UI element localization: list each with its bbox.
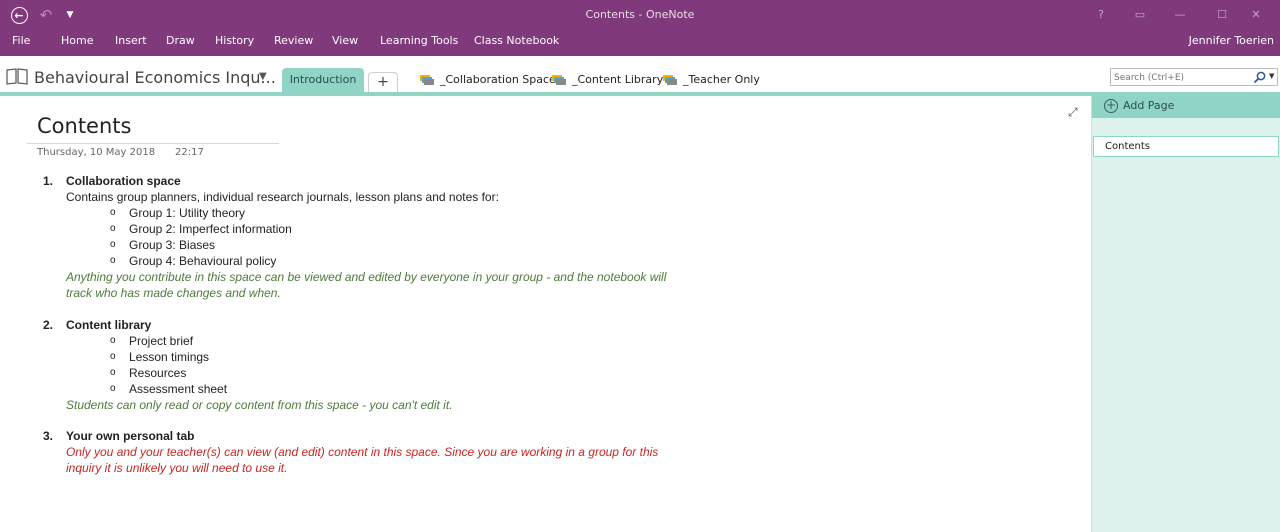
bullet-glyph: o: [110, 383, 116, 394]
ribbon-display-icon: ▭: [1134, 7, 1146, 21]
tab-review[interactable]: Review: [274, 34, 313, 47]
tab-draw[interactable]: Draw: [166, 34, 195, 47]
ribbon-display-options-button[interactable]: ▭: [1126, 4, 1154, 24]
tab-file[interactable]: File: [12, 34, 30, 47]
tab-view[interactable]: View: [332, 34, 358, 47]
title-bar: ← ↶ ▼ Contents - OneNote ? ▭ — ☐ ✕: [0, 0, 1280, 30]
list-item[interactable]: Group 4: Behavioural policy: [129, 254, 276, 268]
list-number: 3.: [43, 429, 54, 443]
page-list-item-contents[interactable]: Contents: [1093, 136, 1279, 157]
list-item[interactable]: Project brief: [129, 334, 193, 348]
expand-icon[interactable]: ⤢: [1068, 105, 1078, 120]
add-page-button[interactable]: + Add Page: [1092, 96, 1280, 118]
maximize-button[interactable]: ☐: [1208, 4, 1236, 24]
title-divider: [27, 143, 279, 144]
section-note[interactable]: Students can only read or copy content f…: [66, 398, 453, 412]
notebook-bar: Behavioural Economics Inqu... ▼ Introduc…: [0, 56, 1280, 96]
search-input[interactable]: [1114, 71, 1249, 84]
section-group-collaboration-space[interactable]: _Collaboration Space: [420, 73, 556, 86]
section-group-icon: [552, 74, 566, 85]
section-group-label: _Teacher Only: [683, 73, 760, 86]
section-heading[interactable]: Your own personal tab: [66, 429, 194, 443]
list-item[interactable]: Group 3: Biases: [129, 238, 215, 252]
tab-class-notebook[interactable]: Class Notebook: [474, 34, 559, 47]
bullet-glyph: o: [110, 239, 116, 250]
section-heading[interactable]: Content library: [66, 318, 151, 332]
section-group-label: _Collaboration Space: [440, 73, 556, 86]
section-tab-introduction[interactable]: Introduction: [282, 68, 364, 92]
notebook-icon: [6, 68, 28, 85]
bullet-glyph: o: [110, 207, 116, 218]
section-group-label: _Content Library: [572, 73, 664, 86]
list-item[interactable]: Assessment sheet: [129, 382, 227, 396]
add-page-label: Add Page: [1123, 99, 1175, 112]
page-time: 22:17: [175, 147, 204, 158]
page-list-item-label: Contents: [1105, 141, 1150, 152]
close-icon: ✕: [1251, 7, 1261, 21]
bullet-glyph: o: [110, 367, 116, 378]
tab-insert[interactable]: Insert: [115, 34, 147, 47]
maximize-icon: ☐: [1217, 7, 1227, 21]
section-warning[interactable]: Only you and your teacher(s) can view (a…: [66, 445, 658, 459]
bullet-glyph: o: [110, 255, 116, 266]
user-account-name[interactable]: Jennifer Toerien: [1189, 34, 1274, 47]
bullet-glyph: o: [110, 335, 116, 346]
help-button[interactable]: ?: [1087, 4, 1115, 24]
section-group-icon: [420, 74, 434, 85]
section-group-icon: [663, 74, 677, 85]
section-heading[interactable]: Collaboration space: [66, 174, 181, 188]
close-button[interactable]: ✕: [1242, 4, 1270, 24]
list-number: 1.: [43, 174, 54, 188]
search-box: ▼: [1110, 68, 1278, 86]
search-scope-dropdown[interactable]: ▼: [1269, 72, 1274, 80]
list-item[interactable]: Lesson timings: [129, 350, 209, 364]
list-item[interactable]: Group 2: Imperfect information: [129, 222, 292, 236]
minimize-icon: —: [1174, 7, 1186, 21]
page-date: Thursday, 10 May 2018: [37, 147, 156, 158]
add-circle-icon: +: [1104, 98, 1118, 113]
tab-history[interactable]: History: [215, 34, 254, 47]
search-icon[interactable]: [1253, 71, 1266, 84]
page-title[interactable]: Contents: [37, 114, 131, 138]
section-group-content-library[interactable]: _Content Library: [552, 73, 663, 86]
list-number: 2.: [43, 318, 54, 332]
tab-learning-tools[interactable]: Learning Tools: [380, 34, 458, 47]
list-item[interactable]: Group 1: Utility theory: [129, 206, 245, 220]
minimize-button[interactable]: —: [1166, 4, 1194, 24]
bullet-glyph: o: [110, 223, 116, 234]
pages-pane: + Add Page Contents: [1091, 96, 1280, 532]
ribbon-tab-bar: File Home Insert Draw History Review Vie…: [0, 30, 1280, 56]
add-section-button[interactable]: +: [368, 72, 398, 92]
section-note[interactable]: track who has made changes and when.: [66, 286, 281, 300]
bullet-glyph: o: [110, 351, 116, 362]
tab-home[interactable]: Home: [61, 34, 93, 47]
section-group-teacher-only[interactable]: _Teacher Only: [663, 73, 760, 86]
section-description[interactable]: Contains group planners, individual rese…: [66, 190, 499, 204]
chevron-down-icon[interactable]: ▼: [259, 71, 267, 82]
section-warning[interactable]: inquiry it is unlikely you will need to …: [66, 461, 287, 475]
notebook-name[interactable]: Behavioural Economics Inqu...: [34, 68, 276, 87]
list-item[interactable]: Resources: [129, 366, 186, 380]
section-note[interactable]: Anything you contribute in this space ca…: [66, 270, 666, 284]
